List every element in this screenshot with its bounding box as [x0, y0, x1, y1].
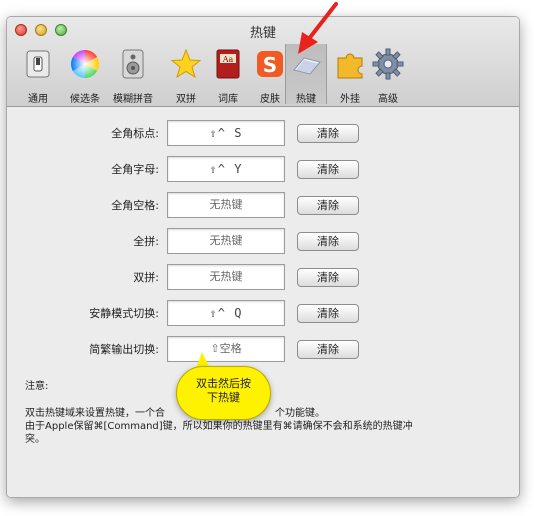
toolbar-label: 热键 [296, 94, 316, 105]
hotkey-field[interactable]: ⇧^ Y [167, 156, 285, 182]
clear-button[interactable]: 清除 [297, 304, 359, 323]
hotkey-row-shuangpin: 双拼: 无热键 清除 [7, 264, 519, 290]
toolbar-label: 高级 [378, 94, 398, 105]
hotkey-label: 双拼: [133, 271, 159, 284]
tooltip-line-1: 双击然后按 [196, 377, 251, 390]
hotkey-field[interactable]: 无热键 [167, 228, 285, 254]
hotkey-row-fullwidth-letters: 全角字母: ⇧^ Y 清除 [7, 156, 519, 182]
clear-button[interactable]: 清除 [297, 340, 359, 359]
note-line-2: 由于Apple保留⌘[Command]键，所以如果你的热键里有⌘请确保不会和系统… [25, 421, 413, 432]
hotkey-field[interactable]: ⇧^ S [167, 120, 285, 146]
gear-icon [372, 48, 404, 80]
hotkey-label: 全拼: [133, 235, 159, 248]
titlebar: 热键 通用 候选条 模糊拼音 双拼 Aa 词库 S 皮肤 热键 外挂 高级 [7, 17, 519, 107]
color-wheel-icon [69, 48, 101, 80]
preferences-window: 热键 通用 候选条 模糊拼音 双拼 Aa 词库 S 皮肤 热键 外挂 高级 全角… [6, 16, 520, 498]
note-line-3: 突。 [25, 434, 45, 445]
hotkey-field[interactable]: ⇧^ Q [167, 300, 285, 326]
hotkey-label: 全角标点: [111, 127, 159, 140]
toolbar-item-general[interactable]: 通用 [13, 44, 63, 105]
toolbar-label: 模糊拼音 [113, 94, 153, 105]
hotkey-row-fullwidth-punct: 全角标点: ⇧^ S 清除 [7, 120, 519, 146]
toolbar-item-candidates[interactable]: 候选条 [60, 44, 110, 105]
dictionary-icon: Aa [212, 48, 244, 80]
toolbar-label: 候选条 [70, 94, 100, 105]
hotkey-label: 全角空格: [111, 199, 159, 212]
toolbar-label: 通用 [28, 94, 48, 105]
switch-icon [22, 48, 54, 80]
hotkey-field[interactable]: ⇧空格 [167, 336, 285, 362]
star-icon [170, 48, 202, 80]
clear-button[interactable]: 清除 [297, 160, 359, 179]
hotkeys-panel: 全角标点: ⇧^ S 清除 全角字母: ⇧^ Y 清除 全角空格: 无热键 清除… [7, 108, 519, 497]
window-title: 热键 [249, 26, 276, 41]
hotkey-row-simplified-traditional: 简繁输出切换: ⇧空格 清除 [7, 336, 519, 362]
hotkey-row-quanpin: 全拼: 无热键 清除 [7, 228, 519, 254]
red-arrow-annotation [298, 2, 338, 54]
svg-text:Aa: Aa [222, 55, 234, 64]
svg-text:S: S [263, 53, 277, 77]
hint-tooltip: 双击然后按 下热键 [176, 366, 271, 420]
hotkey-label: 全角字母: [111, 163, 159, 176]
sogou-logo-icon: S [254, 48, 286, 80]
clear-button[interactable]: 清除 [297, 196, 359, 215]
note-heading: 注意: [25, 381, 49, 392]
note-line-1-end: 个功能键。 [275, 408, 325, 419]
note-line-1: 双击热键域来设置热键，一个合 [25, 408, 165, 419]
clear-button[interactable]: 清除 [297, 124, 359, 143]
toolbar-item-fuzzy-pinyin[interactable]: 模糊拼音 [105, 44, 161, 105]
hotkey-row-quiet-mode: 安静模式切换: ⇧^ Q 清除 [7, 300, 519, 326]
hotkey-field[interactable]: 无热键 [167, 192, 285, 218]
speaker-icon [117, 48, 149, 80]
clear-button[interactable]: 清除 [297, 268, 359, 287]
clear-button[interactable]: 清除 [297, 232, 359, 251]
hotkey-label: 简繁输出切换: [89, 343, 159, 356]
toolbar-item-advanced[interactable]: 高级 [363, 44, 413, 105]
hotkey-label: 安静模式切换: [89, 307, 159, 320]
hotkey-field[interactable]: 无热键 [167, 264, 285, 290]
tooltip-line-2: 下热键 [207, 391, 240, 404]
hotkey-row-fullwidth-space: 全角空格: 无热键 清除 [7, 192, 519, 218]
